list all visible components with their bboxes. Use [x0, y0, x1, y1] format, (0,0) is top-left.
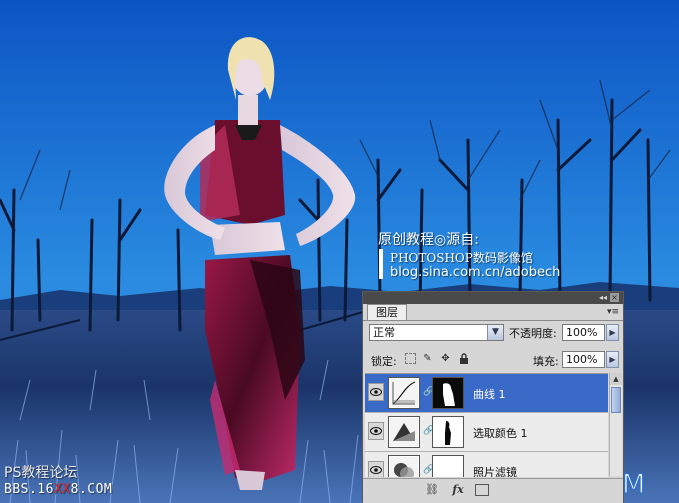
eye-icon[interactable]	[368, 461, 384, 477]
chevron-down-icon[interactable]: ▼	[487, 325, 503, 340]
credit-title: 原创教程◎源自:	[378, 232, 479, 248]
close-icon[interactable]: ×	[610, 293, 619, 302]
lock-position-icon[interactable]: ✥	[440, 353, 451, 364]
forum-url-prefix: BBS.16	[4, 482, 54, 497]
tab-divider	[363, 320, 623, 321]
fill-field[interactable]: 100%	[562, 351, 605, 368]
lock-image-pixels-icon[interactable]: ✎	[422, 353, 433, 364]
opacity-label: 不透明度:	[509, 327, 557, 340]
forum-url-highlight: XX	[53, 482, 71, 497]
layer-row[interactable]: 🔗 曲线 1	[365, 374, 608, 413]
layer-mask-thumbnail[interactable]	[432, 455, 464, 477]
layer-mask-thumbnail[interactable]	[432, 377, 464, 409]
credit-source-url: blog.sina.com.cn/adobech	[390, 265, 561, 280]
scroll-up-icon[interactable]: ▲	[610, 373, 622, 385]
forum-watermark: PS教程论坛	[4, 465, 78, 481]
tab-layers[interactable]: 图层	[367, 304, 407, 321]
eye-icon[interactable]	[368, 383, 384, 401]
layer-list-scrollbar[interactable]: ▲	[609, 373, 622, 476]
link-layers-icon[interactable]: ⛓	[423, 483, 441, 497]
scroll-thumb[interactable]	[611, 387, 621, 413]
layer-name[interactable]: 曲线 1	[473, 386, 506, 402]
layer-name[interactable]: 照片滤镜	[473, 464, 517, 477]
fx-icon[interactable]: fx	[449, 483, 467, 497]
add-mask-icon[interactable]	[475, 484, 489, 496]
photo-filter-adjustment-icon[interactable]	[388, 455, 420, 477]
layer-name[interactable]: 选取颜色 1	[473, 425, 528, 441]
blend-mode-value: 正常	[373, 326, 395, 339]
lock-label: 锁定:	[371, 355, 397, 368]
layers-panel: ◂◂ × 图层 ▾≡ 正常 ▼ 不透明度: 100% ▶ 锁定: ✎ ✥ 填充:…	[362, 291, 624, 503]
blend-mode-select[interactable]: 正常 ▼	[369, 324, 504, 341]
credit-source-name: PHOTOSHOP数码影像馆	[390, 251, 533, 265]
eye-icon[interactable]	[368, 422, 384, 440]
fill-slider-button[interactable]: ▶	[606, 351, 619, 368]
forum-url-watermark: BBS.16XX8.COM	[4, 482, 112, 497]
panel-menu-icon[interactable]: ▾≡	[607, 307, 619, 317]
fill-label: 填充:	[533, 355, 559, 368]
layer-list: 🔗 曲线 1 🔗 选取颜色 1 🔗 照片滤镜	[365, 373, 608, 477]
panel-titlebar[interactable]: ◂◂ ×	[363, 292, 623, 304]
collapse-icon[interactable]: ◂◂	[599, 293, 607, 303]
lock-all-icon[interactable]	[458, 353, 469, 364]
opacity-field[interactable]: 100%	[562, 324, 605, 341]
credit-accent-bar	[379, 249, 383, 279]
panel-bottom-bar: ⛓ fx	[363, 478, 623, 503]
lock-transparency-icon[interactable]	[405, 353, 416, 364]
opacity-slider-button[interactable]: ▶	[606, 324, 619, 341]
selective-color-adjustment-icon[interactable]	[388, 416, 420, 448]
curves-adjustment-icon[interactable]	[388, 377, 420, 409]
layer-mask-thumbnail[interactable]	[432, 416, 464, 448]
layer-row[interactable]: 🔗 照片滤镜	[365, 452, 608, 477]
layer-row[interactable]: 🔗 选取颜色 1	[365, 413, 608, 452]
forum-url-suffix: 8.COM	[70, 482, 113, 497]
